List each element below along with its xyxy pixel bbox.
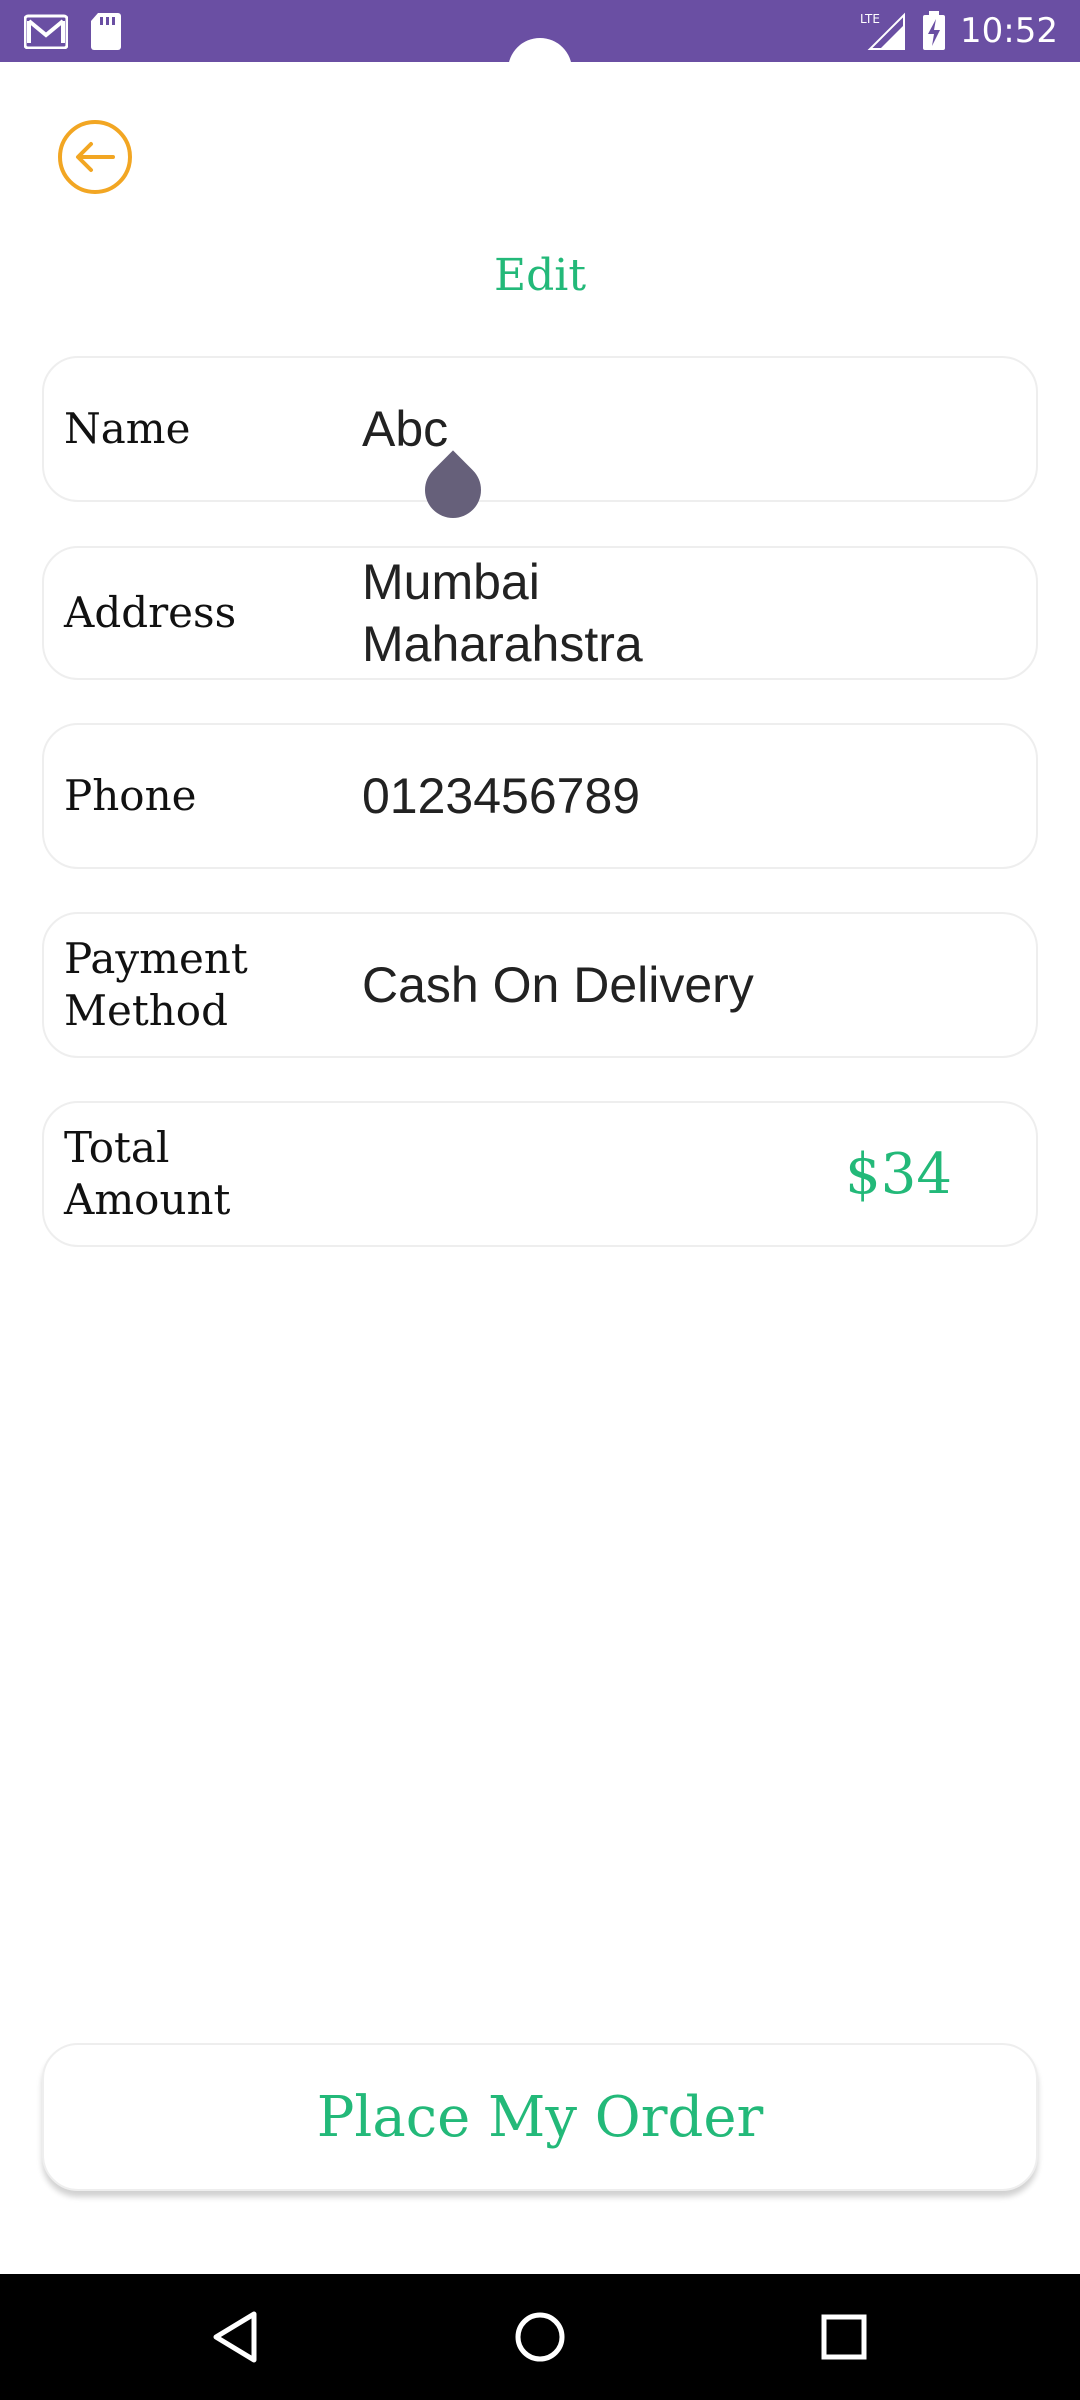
place-order-button[interactable]: Place My Order bbox=[42, 2043, 1038, 2191]
total-label-line-1: Total bbox=[64, 1123, 170, 1172]
nav-recents-button[interactable] bbox=[811, 2304, 877, 2370]
battery-charging-icon bbox=[923, 11, 946, 50]
address-row[interactable]: Address Mumbai Maharahstra bbox=[42, 546, 1038, 680]
nav-recents-icon bbox=[821, 2314, 867, 2360]
nav-back-icon bbox=[213, 2311, 257, 2363]
phone-value[interactable]: 0123456789 bbox=[362, 725, 640, 867]
gmail-icon bbox=[24, 14, 68, 49]
address-label: Address bbox=[64, 588, 237, 637]
status-right-icons: LTE 10:52 bbox=[860, 8, 1058, 54]
sd-card-icon bbox=[91, 13, 121, 50]
total-amount-label: Total Amount bbox=[64, 1103, 230, 1245]
phone-row[interactable]: Phone 0123456789 bbox=[42, 723, 1038, 869]
lte-signal-icon: LTE bbox=[860, 12, 906, 50]
payment-method-label: Payment Method bbox=[64, 914, 248, 1056]
order-summary-screen: LTE 10:52 Edit Name Abc Address Mumbai M… bbox=[0, 0, 1080, 2400]
edit-link[interactable]: Edit bbox=[0, 250, 1080, 301]
status-bar: LTE 10:52 bbox=[0, 0, 1080, 102]
payment-label-line-2: Method bbox=[64, 986, 228, 1035]
camera-notch bbox=[508, 38, 572, 102]
phone-label: Phone bbox=[64, 771, 197, 820]
total-amount-row: Total Amount $34 bbox=[42, 1101, 1038, 1247]
name-label: Name bbox=[64, 404, 191, 453]
arrow-left-icon bbox=[76, 142, 115, 172]
total-amount-value: $34 bbox=[845, 1141, 952, 1207]
nav-home-icon bbox=[515, 2312, 565, 2362]
status-left-icons bbox=[24, 10, 122, 52]
nav-back-button[interactable] bbox=[202, 2304, 268, 2370]
address-line-2: Maharahstra bbox=[362, 616, 643, 672]
total-label-line-2: Amount bbox=[64, 1175, 231, 1224]
navigation-bar bbox=[0, 2274, 1080, 2400]
address-value[interactable]: Mumbai Maharahstra bbox=[362, 548, 643, 678]
payment-label-line-1: Payment bbox=[64, 934, 248, 983]
network-label: LTE bbox=[860, 12, 880, 26]
name-row[interactable]: Name Abc bbox=[42, 356, 1038, 502]
address-line-1: Mumbai bbox=[362, 554, 540, 610]
back-button[interactable] bbox=[58, 120, 132, 194]
payment-method-value[interactable]: Cash On Delivery bbox=[362, 914, 754, 1056]
status-time: 10:52 bbox=[960, 11, 1058, 51]
payment-method-row[interactable]: Payment Method Cash On Delivery bbox=[42, 912, 1038, 1058]
nav-home-button[interactable] bbox=[507, 2304, 573, 2370]
